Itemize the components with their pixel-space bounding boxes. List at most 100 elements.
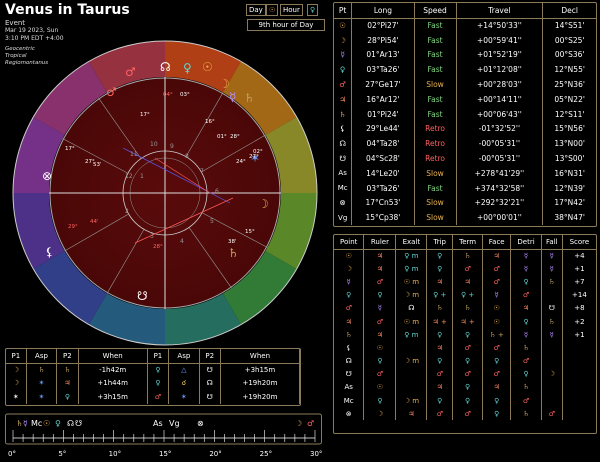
dignity-cell <box>541 288 563 302</box>
dignity-cell: ♂ <box>363 275 397 289</box>
wheel-degree-label: 17° <box>65 146 75 152</box>
dignity-row[interactable]: ☊ ♀ ☽ m ♀ ♀ ♀ ♂ <box>334 354 596 368</box>
dignity-cell: ♂ <box>452 407 484 421</box>
aspect-row[interactable]: ✶ ✶ ♀ +3h15m ♂ ✶ ☋ +19h20m <box>6 390 301 404</box>
chart-title: Venus in Taurus <box>5 2 130 18</box>
dignity-point: ⚸ <box>334 341 365 355</box>
aspect-table-panel: P1 Asp P2 When P1 Asp P2 When ☽ ♄ ♄ -1h42m ♀ △ ☋ +3h15… <box>5 348 301 406</box>
dignity-cell: ♀ <box>452 328 484 342</box>
dignity-row[interactable]: Mc ♀ ☽ m ♀ ♀ ♀ ♂ <box>334 394 596 408</box>
dignity-cell: ♂ <box>452 367 484 381</box>
planet-glyph-icon: ♃ <box>334 91 353 107</box>
planet-travel: +00°00'01'' <box>456 210 544 226</box>
chart-wheel: ☊ ♀ ☉☽☿ ♄♂♂⊗⚸☋♄✶☽17°27°53'29°44'04° 03°16°01… <box>12 40 318 346</box>
planet-table: Pt Long Speed Travel Decl ☉ 02°Pi27' Fast +… <box>334 3 596 226</box>
wheel-planet-glyph: ☊ <box>160 60 171 74</box>
dignity-row[interactable]: ⚸ ☉ ♃ ♂ ♂ ♄ <box>334 341 596 355</box>
planet-glyph-icon: ☋ <box>334 151 353 166</box>
planet-row[interactable]: ☽ 28°Pi54' Fast +00°59'41'' 00°S25' <box>334 32 596 48</box>
dignity-cell: ♀ m <box>395 249 428 263</box>
aspect-planet: ♀ <box>147 363 170 377</box>
dignity-cell: ☉ m <box>395 275 428 289</box>
wheel-degree-label: 03° <box>180 92 190 98</box>
wheel-planet-glyph: ⊗ <box>42 169 52 183</box>
wheel-planet-glyph: ♂ <box>125 65 136 79</box>
col-long: Long <box>351 3 415 19</box>
dignity-cell: ☿ <box>541 249 563 263</box>
dignity-point: ♃ <box>334 314 365 329</box>
dignity-row[interactable]: ♀ ♀ ☽ m ♀ + ♀ + ☿ ♂ +14 <box>334 288 596 302</box>
planet-declination: 12°N55' <box>554 65 585 75</box>
planet-row[interactable]: Mc 03°Ta26' Fast +374°32'58'' 12°N39' <box>334 180 596 196</box>
planet-table-panel: Pt Long Speed Travel Decl ☉ 02°Pi27' Fast +… <box>333 2 597 227</box>
planet-row[interactable]: Vg 15°Cp38' Slow +00°00'01'' 38°N47' <box>334 210 596 226</box>
planet-row[interactable]: ☊ 04°Ta28' Retro -00°05'31'' 13°N00' <box>334 136 596 152</box>
dignity-cell: ♀ m <box>395 328 428 342</box>
wheel-planet-glyph: ♀ <box>183 61 192 75</box>
planet-row[interactable]: ☋ 04°Sc28' Retro -00°05'31'' 13°S00' <box>334 151 596 166</box>
aspect-col-p2: P2 <box>199 349 221 364</box>
planet-longitude: 01°Ar13' <box>351 47 415 63</box>
planet-speed: Fast <box>414 106 457 122</box>
ruler-planet-marker: Mc <box>31 419 42 428</box>
dignity-cell: ♀ <box>363 288 397 302</box>
planet-declination: 00°S25' <box>554 35 585 45</box>
planet-declination: 13°S00' <box>554 154 585 164</box>
dignity-cell: ♃ + <box>426 314 454 329</box>
wheel-planet-glyph: ♄ <box>244 91 255 105</box>
dignity-score <box>562 355 596 368</box>
planet-travel: +278°41'29'' <box>456 165 544 181</box>
planet-row[interactable]: ♄ 01°Pi24' Fast +00°06'43'' 12°S11' <box>334 106 596 122</box>
dignity-row[interactable]: ☉ ♃ ♀ m ♀ ♄ ♃ ☿ ☿ +4 <box>334 249 596 263</box>
aspect-row[interactable]: ☽ ✶ ♃ +1h44m ♀ ☌ ☊ +19h20m <box>6 376 301 390</box>
ruler-tick-label: 10° <box>109 450 121 458</box>
house-number: 4 <box>180 238 184 245</box>
planet-row[interactable]: ☿ 01°Ar13' Fast +01°52'19'' 00°S36' <box>334 47 596 63</box>
dignity-cell: ♀ + <box>452 288 484 302</box>
planet-glyph-icon: ☽ <box>334 32 353 48</box>
dignity-row[interactable]: As ☉ ♃ ♀ ♃ ♄ <box>334 380 596 395</box>
dignity-row[interactable]: ♃ ♂ ☉ m ♃ + ♃ + ☉ ♀ ♄ +2 <box>334 314 596 329</box>
planet-row[interactable]: As 14°Le20' Slow +278°41'29'' 16°N31' <box>334 165 596 181</box>
aspect-col-p1: P1 <box>147 349 170 364</box>
dignity-cell: ♃ <box>363 262 397 276</box>
ruler-tick-label: 5° <box>58 450 66 458</box>
aspect-col-p2: P2 <box>56 349 79 364</box>
planet-row[interactable]: ♃ 16°Ar12' Fast +00°14'11'' 05°N22' <box>334 91 596 107</box>
dignity-cell: ♀ <box>363 394 397 408</box>
dignity-cell: ♃ <box>426 341 454 355</box>
ruler-tick-label: 20° <box>209 450 221 458</box>
dignity-row[interactable]: ☿ ♂ ☉ m ♃ ♃ ♂ ♀ ♄ +7 <box>334 275 596 289</box>
planet-speed: Fast <box>414 32 457 48</box>
planet-travel: +292°32'21'' <box>456 195 544 211</box>
day-hour-panel: Day ☉ Hour ♀ 9th hour of Day <box>243 2 329 33</box>
dignity-row[interactable]: ☽ ♃ ♀ m ♀ ♂ ♂ ☿ ☿ +1 <box>334 262 596 276</box>
dignity-score <box>562 394 596 407</box>
wheel-degree-label: 27° <box>249 154 259 160</box>
dignity-point: As <box>334 380 365 395</box>
house-number: 6 <box>215 188 219 195</box>
planet-row[interactable]: ⚸ 29°Le44' Retro -01°32'52'' 15°N56' <box>334 121 596 137</box>
dignity-score <box>562 368 596 381</box>
aspect-time: +1h44m <box>78 376 148 390</box>
dignity-row[interactable]: ♂ ☿ ☊ ♄ ♄ ☉ ♃ ☋ +8 <box>334 301 596 315</box>
col-speed: Speed <box>414 3 457 19</box>
aspect-row[interactable]: ☽ ♄ ♄ -1h42m ♀ △ ☋ +3h15m <box>6 363 301 377</box>
aspect-planet: ♄ <box>56 363 79 377</box>
planet-row[interactable]: ☉ 02°Pi27' Fast +14°50'33'' 14°S51' <box>334 18 596 33</box>
planet-row[interactable]: ⊗ 17°Cn53' Slow +292°32'21'' 17°N42' <box>334 195 596 211</box>
aspect-planet: ☋ <box>199 390 221 404</box>
dignity-row[interactable]: ⊗ ☽ ♃ ♂ ♂ ♀ ♄ ♂ <box>334 407 596 421</box>
dignity-row[interactable]: ♄ ♃ ♀ m ♀ ♀ ♄ + ☿ ☿ +1 <box>334 328 596 342</box>
dignity-cell: ♀ + <box>426 288 454 302</box>
dignity-cell: ☽ <box>363 407 397 421</box>
wheel-degree-label: 24° <box>236 159 246 165</box>
planet-row[interactable]: ♂ 27°Ge17' Slow +00°28'03'' 25°N36' <box>334 77 596 92</box>
planet-row[interactable]: ♀ 03°Ta26' Fast +01°12'08'' 12°N55' <box>334 62 596 78</box>
dignity-cell: ♂ <box>541 407 563 421</box>
dignity-row[interactable]: ☋ ♂ ♂ ♂ ♂ ♀ ☽ <box>334 367 596 381</box>
planet-glyph-icon: ♀ <box>334 62 353 78</box>
planet-speed: Slow <box>414 195 457 211</box>
house-number: 5 <box>210 218 214 225</box>
ruler-frame <box>5 413 322 445</box>
